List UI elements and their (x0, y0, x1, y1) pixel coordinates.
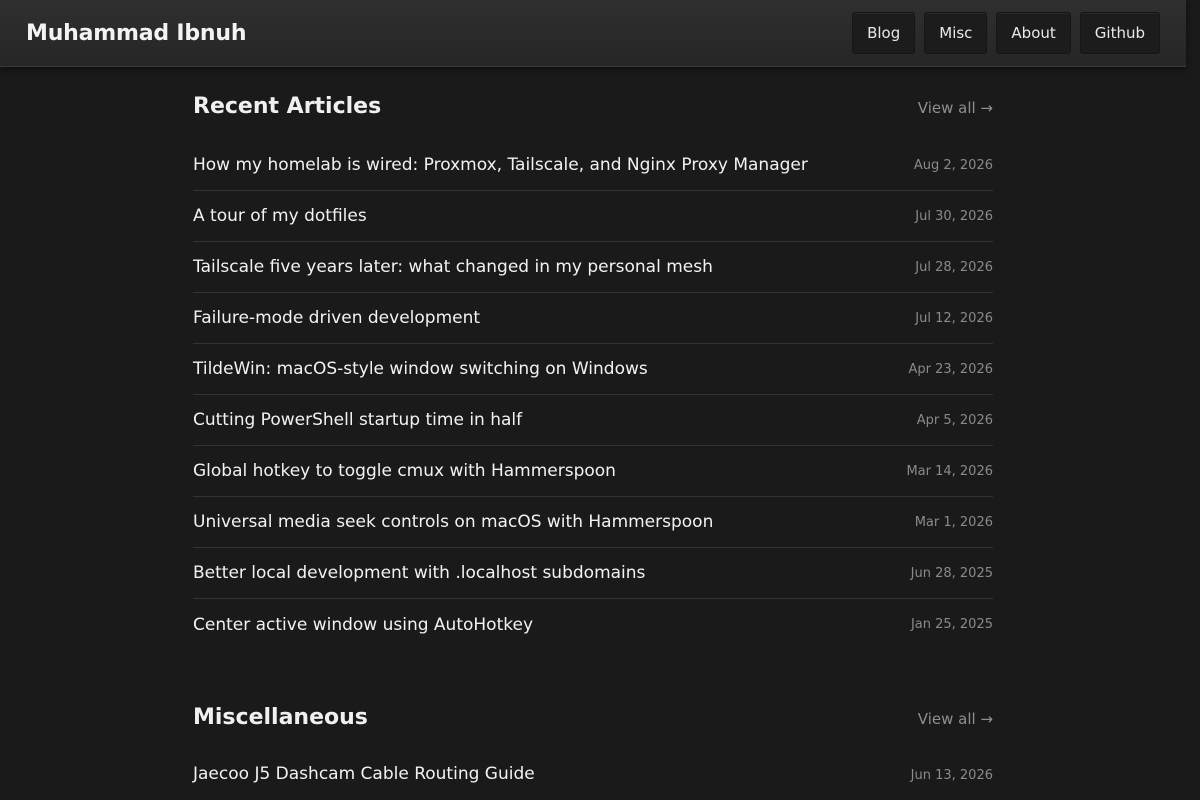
article-date: Jun 28, 2025 (910, 565, 993, 581)
article-date: Mar 14, 2026 (906, 463, 993, 479)
article-link[interactable]: Better local development with .localhost… (193, 563, 645, 583)
main-nav: Blog Misc About Github (852, 12, 1160, 54)
article-date: Aug 2, 2026 (913, 157, 993, 173)
nav-about-button[interactable]: About (996, 12, 1071, 54)
section-title: Miscellaneous (193, 705, 368, 730)
view-all-misc-link[interactable]: View all → (918, 710, 993, 728)
article-date: Jul 30, 2026 (915, 208, 993, 224)
section-header: Recent Articles View all → (193, 94, 993, 140)
main-content: Recent Articles View all → How my homela… (193, 67, 993, 784)
article-date: Jul 12, 2026 (915, 310, 993, 326)
site-title[interactable]: Muhammad Ibnuh (26, 21, 246, 46)
misc-item-link[interactable]: Jaecoo J5 Dashcam Cable Routing Guide (193, 764, 535, 784)
misc-item: Jaecoo J5 Dashcam Cable Routing Guide Ju… (193, 764, 993, 784)
article-date: Jan 25, 2025 (910, 617, 993, 632)
misc-item-date: Jun 13, 2026 (910, 768, 993, 783)
article-row: Cutting PowerShell startup time in half … (193, 395, 993, 446)
article-row: A tour of my dotfiles Jul 30, 2026 (193, 191, 993, 242)
miscellaneous-section: Miscellaneous View all → Jaecoo J5 Dashc… (193, 705, 993, 784)
article-link[interactable]: Cutting PowerShell startup time in half (193, 410, 522, 430)
article-link[interactable]: Tailscale five years later: what changed… (193, 257, 713, 277)
article-row: Center active window using AutoHotkey Ja… (193, 599, 993, 650)
article-link[interactable]: TildeWin: macOS-style window switching o… (193, 359, 648, 379)
article-date: Apr 5, 2026 (916, 412, 993, 428)
article-date: Apr 23, 2026 (908, 361, 993, 377)
nav-blog-button[interactable]: Blog (852, 12, 916, 54)
view-all-articles-link[interactable]: View all → (918, 99, 993, 117)
recent-articles-section: Recent Articles View all → How my homela… (193, 94, 993, 650)
article-row: Global hotkey to toggle cmux with Hammer… (193, 446, 993, 497)
article-row: Tailscale five years later: what changed… (193, 242, 993, 293)
scrollbar-track[interactable] (1186, 0, 1200, 800)
article-row: Universal media seek controls on macOS w… (193, 497, 993, 548)
article-row: Better local development with .localhost… (193, 548, 993, 599)
section-header: Miscellaneous View all → (193, 705, 993, 751)
article-row: How my homelab is wired: Proxmox, Tailsc… (193, 140, 993, 191)
nav-github-button[interactable]: Github (1079, 12, 1160, 54)
article-link[interactable]: How my homelab is wired: Proxmox, Tailsc… (193, 155, 808, 175)
article-date: Jul 28, 2026 (915, 259, 993, 275)
site-header: Muhammad Ibnuh Blog Misc About Github (0, 0, 1186, 67)
article-list: How my homelab is wired: Proxmox, Tailsc… (193, 140, 993, 650)
article-link[interactable]: Global hotkey to toggle cmux with Hammer… (193, 461, 616, 481)
article-row: TildeWin: macOS-style window switching o… (193, 344, 993, 395)
article-link[interactable]: Center active window using AutoHotkey (193, 615, 533, 635)
article-link[interactable]: Failure-mode driven development (193, 308, 480, 328)
article-date: Mar 1, 2026 (914, 514, 993, 530)
article-link[interactable]: Universal media seek controls on macOS w… (193, 512, 713, 532)
nav-misc-button[interactable]: Misc (924, 12, 988, 54)
section-title: Recent Articles (193, 94, 382, 119)
article-link[interactable]: A tour of my dotfiles (193, 206, 367, 226)
article-row: Failure-mode driven development Jul 12, … (193, 293, 993, 344)
